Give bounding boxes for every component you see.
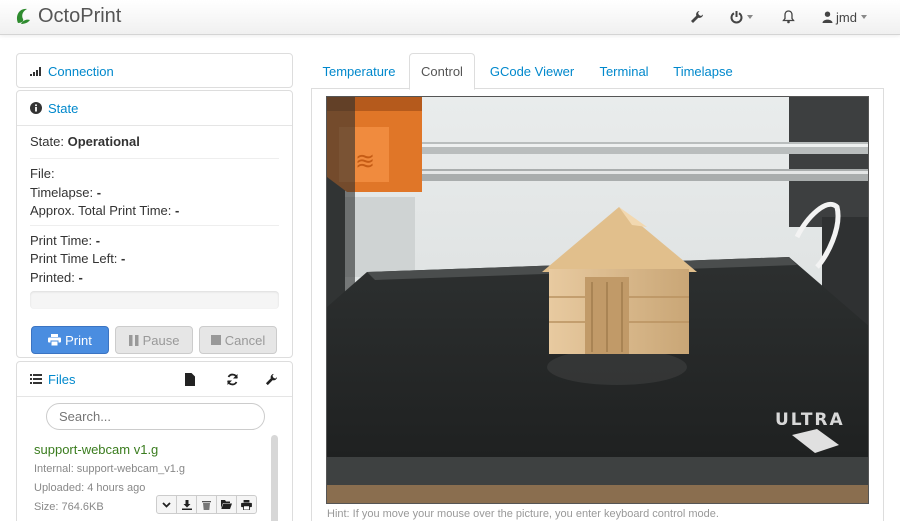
file-row: File: xyxy=(30,165,279,184)
user-menu-button[interactable]: jmd xyxy=(822,8,867,26)
user-icon xyxy=(822,11,833,23)
state-label: State: xyxy=(30,133,64,149)
webcam-image: ≋ ULTRA xyxy=(327,97,868,503)
bell-icon xyxy=(782,10,795,24)
print-time-left-value: - xyxy=(121,251,126,266)
state-title: State xyxy=(48,100,79,116)
file-actions xyxy=(156,495,257,514)
folder-open-icon xyxy=(221,500,232,509)
timelapse-value: - xyxy=(96,184,102,200)
download-file-button[interactable] xyxy=(176,495,197,514)
notifications-button[interactable] xyxy=(782,8,795,26)
print-time-label: Print Time: xyxy=(30,232,93,248)
tab-temperature[interactable]: Temperature xyxy=(314,53,404,89)
file-name[interactable]: support-webcam v1.g xyxy=(34,442,158,457)
print-time-left-row: Print Time Left: - xyxy=(30,250,279,269)
brand-name: OctoPrint xyxy=(38,5,122,27)
system-menu-button[interactable] xyxy=(730,8,753,26)
tab-terminal[interactable]: Terminal xyxy=(589,53,659,89)
approx-time-label: Approx. Total Print Time: xyxy=(30,203,172,218)
connection-header[interactable]: Connection xyxy=(17,54,292,88)
pause-icon xyxy=(128,334,139,346)
power-icon xyxy=(730,11,743,24)
print-time-value: - xyxy=(95,232,101,248)
files-title: Files xyxy=(48,371,76,387)
refresh-files-button[interactable] xyxy=(226,373,239,389)
approx-time-value: - xyxy=(175,203,180,218)
connection-title: Connection xyxy=(48,63,114,79)
file-label: File: xyxy=(30,166,55,181)
chevron-down-icon xyxy=(860,15,867,19)
file-search-input[interactable] xyxy=(46,403,265,430)
print-progress-bar xyxy=(30,291,279,309)
info-icon xyxy=(30,102,42,114)
load-file-button[interactable] xyxy=(216,495,237,514)
new-file-button[interactable] xyxy=(185,373,195,389)
chevron-down-icon xyxy=(162,501,171,508)
trash-icon xyxy=(202,500,211,510)
username: jmd xyxy=(836,9,857,25)
svg-text:≋: ≋ xyxy=(355,147,375,175)
wrench-icon xyxy=(691,11,703,23)
list-icon xyxy=(30,374,42,384)
print-button[interactable]: Print xyxy=(31,326,109,354)
state-panel: State State: Operational File: Timelapse… xyxy=(16,90,293,358)
brand[interactable]: OctoPrint xyxy=(14,5,121,27)
pause-button[interactable]: Pause xyxy=(115,326,193,354)
refresh-icon xyxy=(227,373,238,386)
timelapse-label: Timelapse: xyxy=(30,184,94,200)
file-settings-button[interactable] xyxy=(265,373,278,389)
state-body: State: Operational File: Timelapse: - Ap… xyxy=(17,125,292,354)
printed-value: - xyxy=(78,269,83,285)
download-icon xyxy=(181,499,192,510)
timelapse-row: Timelapse: - xyxy=(30,184,279,203)
wrench-icon xyxy=(265,373,278,386)
files-header[interactable]: Files xyxy=(17,362,292,396)
signal-icon xyxy=(30,66,42,76)
approx-time-row: Approx. Total Print Time: - xyxy=(30,202,279,221)
printer-icon xyxy=(48,334,62,346)
printed-row: Printed: - xyxy=(30,269,279,288)
stop-icon xyxy=(210,335,221,345)
tab-bar: Temperature Control GCode Viewer Termina… xyxy=(311,53,884,90)
webcam-stream[interactable]: ≋ ULTRA xyxy=(326,96,869,504)
octoprint-logo-icon xyxy=(17,8,30,24)
tab-gcode-viewer[interactable]: GCode Viewer xyxy=(481,53,583,89)
delete-file-button[interactable] xyxy=(196,495,217,514)
file-list-scrollbar[interactable] xyxy=(271,435,278,521)
tab-timelapse[interactable]: Timelapse xyxy=(665,53,741,89)
expand-file-button[interactable] xyxy=(156,495,177,514)
files-panel: Files support-webcam v1.g Internal: supp… xyxy=(16,361,293,521)
print-time-row: Print Time: - xyxy=(30,232,279,251)
cancel-button-label: Cancel xyxy=(224,332,266,348)
state-header[interactable]: State xyxy=(17,91,292,125)
pause-button-label: Pause xyxy=(142,332,180,348)
printer-icon xyxy=(241,499,252,510)
printer-bed-logo: ULTRA xyxy=(775,410,845,430)
file-internal: Internal: support-webcam_v1.g xyxy=(34,463,186,475)
navbar: OctoPrint jmd xyxy=(0,0,900,35)
connection-panel: Connection xyxy=(16,53,293,88)
print-button-label: Print xyxy=(65,332,92,348)
print-time-left-label: Print Time Left: xyxy=(30,251,118,266)
webcam-hint: Hint: If you move your mouse over the pi… xyxy=(327,508,719,520)
printed-label: Printed: xyxy=(30,269,75,285)
state-row: State: Operational xyxy=(30,126,279,158)
file-icon xyxy=(185,373,195,386)
settings-button[interactable] xyxy=(690,8,704,26)
file-size: Size: 764.6KB xyxy=(34,501,104,513)
state-value: Operational xyxy=(67,133,140,149)
print-file-button[interactable] xyxy=(236,495,257,514)
tab-control[interactable]: Control xyxy=(409,53,475,90)
file-uploaded: Uploaded: 4 hours ago xyxy=(34,482,146,494)
cancel-button[interactable]: Cancel xyxy=(199,326,277,354)
chevron-down-icon xyxy=(747,15,753,19)
